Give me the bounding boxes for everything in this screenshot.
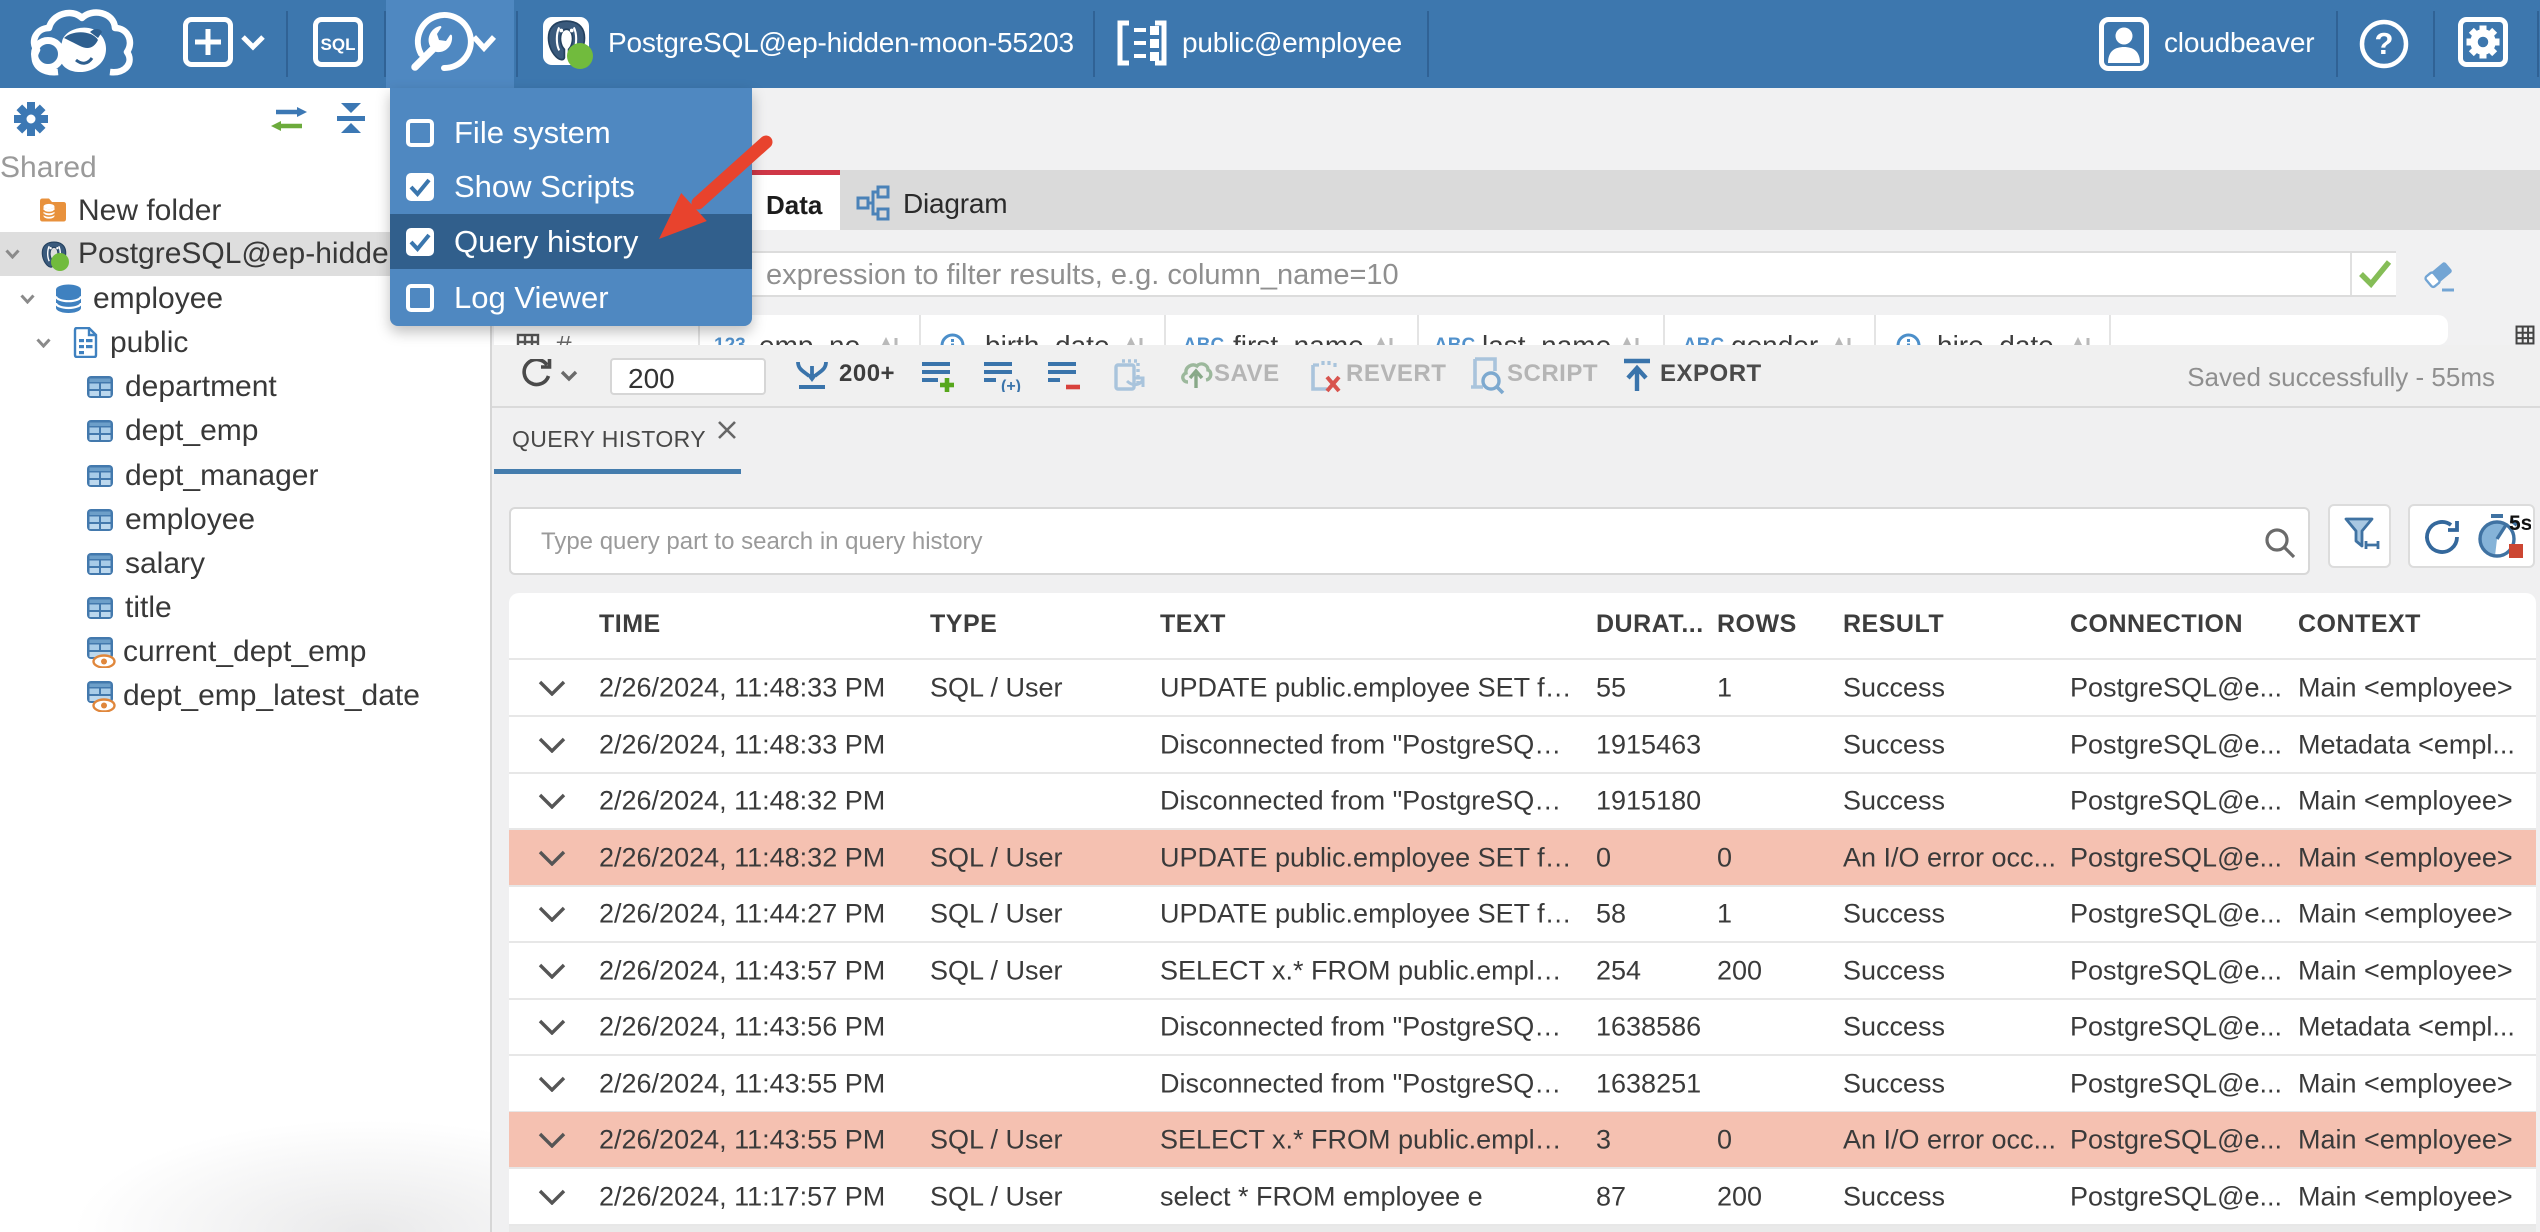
svg-text:5s: 5s: [2509, 512, 2531, 535]
svg-text:(+): (+): [1001, 378, 1021, 392]
svg-text:SQL: SQL: [321, 35, 356, 54]
svg-text:?: ?: [2375, 26, 2394, 61]
